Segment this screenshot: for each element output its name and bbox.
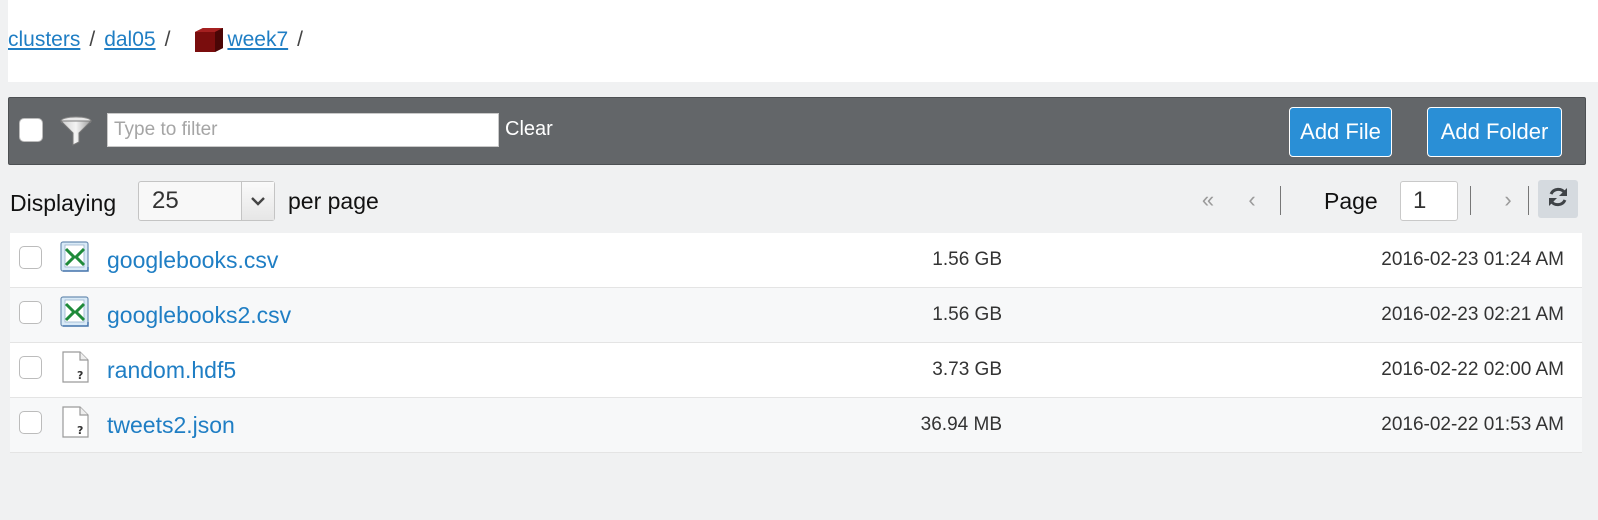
- file-modified-date: 2016-02-23 02:21 AM: [1381, 304, 1564, 325]
- row-checkbox[interactable]: [19, 246, 42, 269]
- table-row: ? tweets2.json 36.94 MB 2016-02-22 01:53…: [10, 398, 1582, 453]
- file-name-link[interactable]: googlebooks2.csv: [107, 302, 291, 329]
- spreadsheet-file-icon: [60, 296, 90, 328]
- file-toolbar: Clear Add File Add Folder: [8, 97, 1586, 165]
- container-cube-icon: [191, 26, 225, 54]
- chevron-down-icon: [241, 182, 274, 220]
- table-row: googlebooks2.csv 1.56 GB 2016-02-23 02:2…: [10, 288, 1582, 343]
- filter-input[interactable]: [107, 113, 499, 147]
- per-page-select[interactable]: 25: [138, 181, 275, 221]
- breadcrumb-separator: /: [297, 28, 303, 51]
- row-checkbox[interactable]: [19, 411, 42, 434]
- per-page-value: 25: [152, 187, 179, 214]
- file-list: googlebooks.csv 1.56 GB 2016-02-23 01:24…: [10, 233, 1582, 453]
- refresh-button[interactable]: [1538, 180, 1578, 218]
- select-all-checkbox[interactable]: [19, 118, 43, 142]
- svg-text:?: ?: [77, 369, 83, 382]
- first-page-icon[interactable]: «: [1194, 186, 1222, 214]
- file-name-link[interactable]: tweets2.json: [107, 412, 235, 439]
- file-name-link[interactable]: random.hdf5: [107, 357, 236, 384]
- pager-divider: [1528, 186, 1529, 215]
- breadcrumb-item-week7[interactable]: week7: [227, 28, 288, 52]
- breadcrumb-item-dal05[interactable]: dal05: [104, 28, 155, 52]
- clear-filter-button[interactable]: Clear: [505, 118, 553, 141]
- unknown-file-icon: ?: [60, 406, 90, 438]
- file-modified-date: 2016-02-22 02:00 AM: [1381, 359, 1564, 380]
- file-name-link[interactable]: googlebooks.csv: [107, 247, 278, 274]
- per-page-label: per page: [288, 188, 379, 214]
- refresh-icon: [1546, 185, 1570, 214]
- row-checkbox[interactable]: [19, 356, 42, 379]
- pagination-bar: Displaying 25 per page « ‹ Page ›: [8, 176, 1586, 228]
- svg-text:?: ?: [77, 424, 83, 437]
- funnel-icon: [59, 115, 93, 147]
- breadcrumb: clusters / dal05 / week7 /: [8, 0, 1598, 82]
- previous-page-icon[interactable]: ‹: [1238, 186, 1266, 214]
- table-row: ? random.hdf5 3.73 GB 2016-02-22 02:00 A…: [10, 343, 1582, 398]
- row-checkbox[interactable]: [19, 301, 42, 324]
- file-size: 1.56 GB: [932, 249, 1002, 270]
- pager-divider: [1280, 186, 1281, 215]
- unknown-file-icon: ?: [60, 351, 90, 383]
- page-number-input[interactable]: [1400, 181, 1458, 221]
- breadcrumb-item-clusters[interactable]: clusters: [8, 28, 80, 52]
- file-size: 36.94 MB: [920, 414, 1002, 435]
- page-label: Page: [1324, 188, 1378, 214]
- file-size: 1.56 GB: [932, 304, 1002, 325]
- displaying-label: Displaying: [10, 190, 117, 216]
- add-file-button[interactable]: Add File: [1289, 107, 1392, 157]
- file-size: 3.73 GB: [932, 359, 1002, 380]
- file-modified-date: 2016-02-23 01:24 AM: [1381, 249, 1564, 270]
- file-modified-date: 2016-02-22 01:53 AM: [1381, 414, 1564, 435]
- breadcrumb-separator: /: [89, 28, 96, 51]
- spreadsheet-file-icon: [60, 241, 90, 273]
- breadcrumb-separator: /: [164, 28, 171, 51]
- add-folder-button[interactable]: Add Folder: [1427, 107, 1562, 157]
- table-row: googlebooks.csv 1.56 GB 2016-02-23 01:24…: [10, 233, 1582, 288]
- next-page-icon[interactable]: ›: [1494, 186, 1522, 214]
- pager-divider: [1470, 186, 1471, 215]
